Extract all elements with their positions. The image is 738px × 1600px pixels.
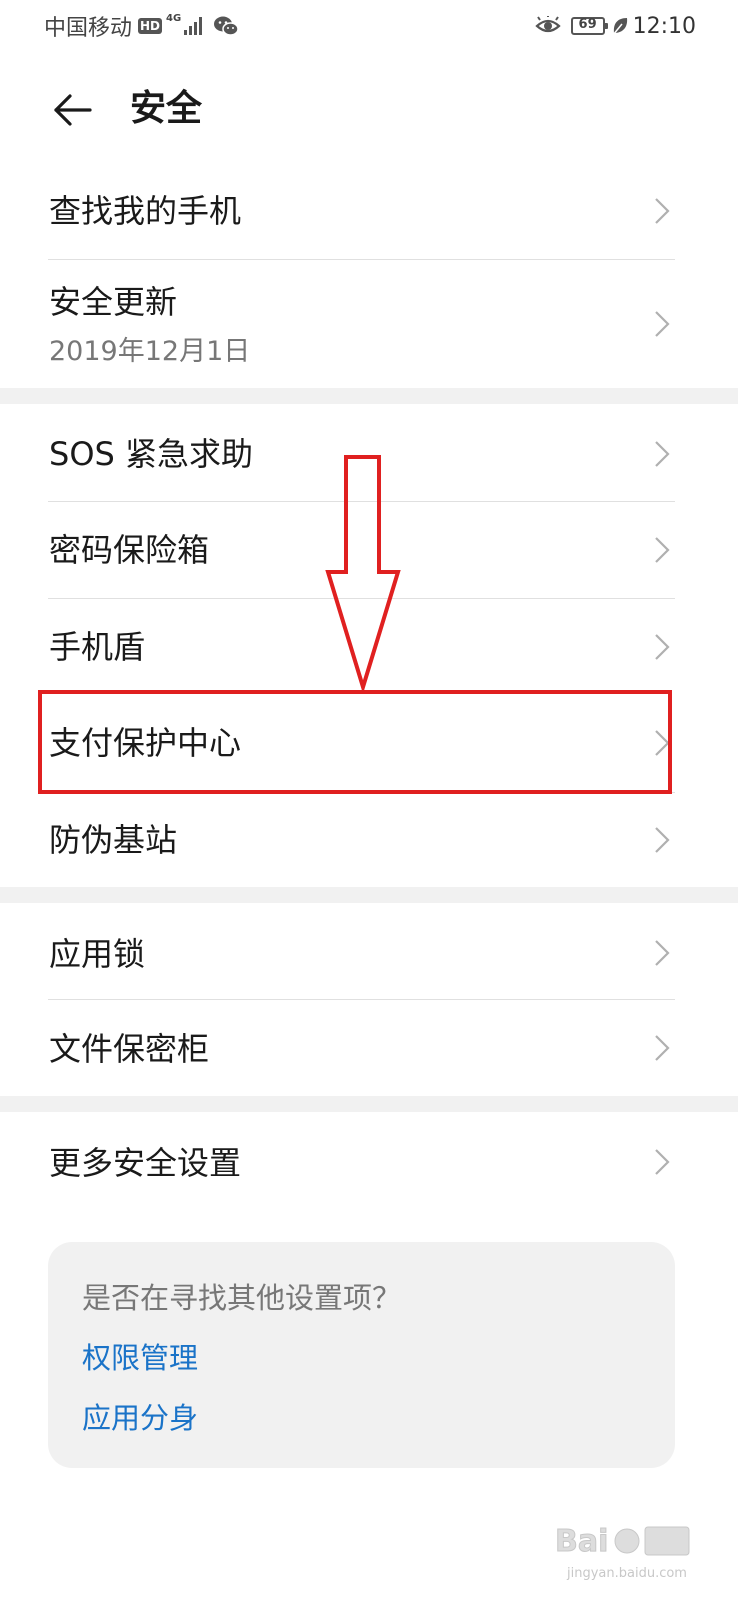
- section-gap: [0, 388, 738, 404]
- carrier-name: 中国移动: [44, 16, 133, 41]
- item-label: SOS 紧急求助: [49, 435, 253, 473]
- wechat-icon: [214, 16, 239, 36]
- network-type: 4G: [166, 13, 182, 24]
- section-gap: [0, 887, 738, 903]
- list-item-phone-shield[interactable]: 手机盾: [0, 599, 738, 695]
- baidu-jingyan-watermark: Bai jingyan.baidu.com: [555, 1524, 690, 1581]
- link-permission-management[interactable]: 权限管理: [82, 1338, 198, 1378]
- item-label: 密码保险箱: [49, 531, 210, 569]
- eye-comfort-icon: [534, 16, 561, 33]
- leaf-icon: [612, 18, 627, 36]
- item-label: 手机盾: [49, 628, 146, 666]
- link-app-twin[interactable]: 应用分身: [82, 1398, 198, 1438]
- status-left: 中国移动 HD 4G: [44, 12, 239, 41]
- chevron-right-icon: [655, 441, 670, 467]
- page-title: 安全: [130, 88, 203, 129]
- item-label: 应用锁: [49, 935, 146, 973]
- chevron-right-icon: [655, 537, 670, 563]
- item-label: 支付保护中心: [49, 724, 242, 762]
- chevron-right-icon: [655, 198, 670, 224]
- chevron-right-icon: [655, 827, 670, 853]
- arrow-left-icon[interactable]: [50, 88, 94, 132]
- app-header: 安全: [0, 70, 738, 150]
- list-item-password-vault[interactable]: 密码保险箱: [0, 502, 738, 598]
- list-item-payment-protection[interactable]: 支付保护中心: [0, 695, 738, 791]
- chevron-right-icon: [655, 311, 670, 337]
- item-label: 安全更新: [49, 283, 178, 321]
- list-item-anti-fake-base-station[interactable]: 防伪基站: [0, 793, 738, 887]
- svg-text:jingyan.baidu.com: jingyan.baidu.com: [566, 1566, 687, 1581]
- item-label: 查找我的手机: [49, 192, 242, 230]
- item-label: 文件保密柜: [49, 1030, 210, 1068]
- clock: 12:10: [632, 13, 696, 39]
- signal-icon: [184, 17, 203, 35]
- status-bar: 中国移动 HD 4G 69 12:10: [0, 0, 738, 52]
- section-gap: [0, 1096, 738, 1112]
- battery-level: 69: [578, 17, 597, 32]
- chevron-right-icon: [655, 634, 670, 660]
- item-subtitle: 2019年12月1日: [49, 336, 251, 367]
- list-item-security-update[interactable]: 安全更新 2019年12月1日: [0, 260, 738, 388]
- list-item-app-lock[interactable]: 应用锁: [0, 903, 738, 999]
- status-right: 69 12:10: [534, 12, 696, 40]
- chevron-right-icon: [655, 730, 670, 756]
- item-label: 防伪基站: [49, 821, 178, 859]
- list-item-more-security-settings[interactable]: 更多安全设置: [0, 1112, 738, 1212]
- battery-icon: 69: [570, 17, 608, 35]
- item-label: 更多安全设置: [49, 1144, 242, 1182]
- suggestion-card: 是否在寻找其他设置项？ 权限管理 应用分身: [48, 1242, 675, 1468]
- list-item-sos[interactable]: SOS 紧急求助: [0, 404, 738, 501]
- list-item-find-my-phone[interactable]: 查找我的手机: [0, 163, 738, 259]
- chevron-right-icon: [655, 1035, 670, 1061]
- list-item-file-safe[interactable]: 文件保密柜: [0, 1000, 738, 1096]
- chevron-right-icon: [655, 940, 670, 966]
- hd-badge: HD: [138, 18, 163, 34]
- svg-text:Bai: Bai: [555, 1524, 608, 1559]
- chevron-right-icon: [655, 1149, 670, 1175]
- suggestion-title: 是否在寻找其他设置项？: [82, 1281, 402, 1315]
